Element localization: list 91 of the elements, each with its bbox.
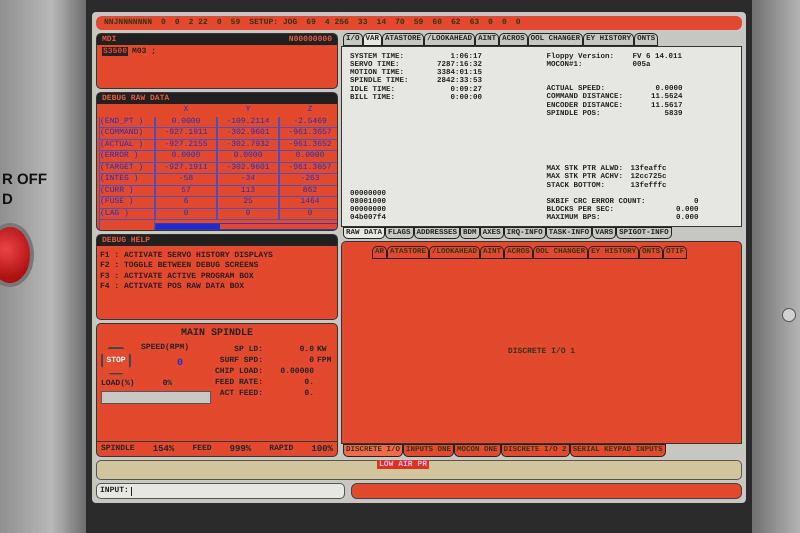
table-cell: -34 <box>217 174 279 186</box>
screw-icon <box>782 308 796 322</box>
help-text: F1 : ACTIVATE SERVO HISTORY DISPLAYS <box>100 251 274 260</box>
input-field[interactable]: INPUT: <box>96 483 345 499</box>
table-cell: 25 <box>217 197 279 209</box>
stat-label: SURF SPD: <box>218 356 263 365</box>
table-cell: 6 <box>155 197 217 209</box>
panel-title: DEBUG RAW DATA <box>102 94 170 104</box>
table-cell: -302.9601 <box>217 128 279 140</box>
speed-label: SPEED(RPM) <box>141 342 190 352</box>
override-label: RAPID <box>269 444 294 454</box>
column-header: X <box>182 105 190 116</box>
panel-label: D <box>1 190 14 209</box>
stat-label: FEED RATE: <box>214 378 263 388</box>
status-value: 60 <box>432 18 442 28</box>
stat-value: 0.00000 <box>279 366 314 376</box>
table-cell: -58 <box>155 174 217 186</box>
stat-label: SP LD: <box>233 344 263 354</box>
help-text: F3 : ACTIVATE ACTIVE PROGRAM BOX <box>100 272 255 281</box>
stat-unit: KW <box>317 344 327 354</box>
status-value: 62 <box>450 18 461 28</box>
status-value: 69 <box>306 18 316 28</box>
table-cell: -302.9601 <box>217 162 279 174</box>
table-cell: -302.7932 <box>217 140 279 152</box>
status-value: 59 <box>230 18 240 28</box>
status-value: 0 <box>216 18 222 28</box>
stat-value: 0.0 <box>298 344 314 354</box>
override-value: 999% <box>230 444 252 454</box>
stat-label: CHIP LOAD: <box>214 366 263 376</box>
status-value: 14 <box>376 18 386 28</box>
status-value: 4 256 <box>324 18 349 28</box>
row-label: (FUSE ) <box>99 197 155 209</box>
row-label: (ACTUAL ) <box>99 140 155 152</box>
column-header: Y <box>244 105 252 116</box>
load-label: LOAD(%) <box>101 378 135 388</box>
help-text: F2 : TOGGLE BETWEEN DEBUG SCREENS <box>100 261 260 271</box>
help-text: F4 : ACTIVATE POS RAW DATA BOX <box>100 282 246 291</box>
row-label: (INTEG ) <box>99 174 155 186</box>
stat-unit: FPM <box>317 356 332 365</box>
table-cell: -927.2155 <box>155 140 217 152</box>
override-label: SPINDLE <box>101 444 135 454</box>
override-value: 100% <box>311 444 333 454</box>
override-label: FEED <box>192 444 212 454</box>
status-value: SETUP: JOG <box>249 18 298 28</box>
table-cell: -927.1911 <box>155 128 217 140</box>
panel-title: MAIN SPINDLE <box>180 327 253 340</box>
status-value: 70 <box>395 18 405 28</box>
program-code: S3500 <box>102 47 128 56</box>
stat-value: 0. <box>303 389 314 398</box>
row-label: (COMMAND) <box>99 128 155 140</box>
load-value: 0% <box>162 378 172 388</box>
stat-label: ACT FEED: <box>218 389 263 398</box>
alarm-message: LOW AIR PR <box>377 460 430 470</box>
override-value: 154% <box>152 444 174 454</box>
stat-value: 0 <box>308 356 314 365</box>
scrollbar[interactable] <box>155 223 337 230</box>
panel-label: R OFF <box>1 170 47 190</box>
status-value: 0 <box>502 18 507 28</box>
table-cell: -927.1911 <box>155 162 217 174</box>
status-value: 0 <box>516 18 521 28</box>
column-header: Z <box>306 105 314 116</box>
row-label: (END_PT ) <box>99 116 155 128</box>
status-value: 0 <box>161 18 166 28</box>
status-value: 33 <box>358 18 368 28</box>
table-cell: 0.0000 <box>155 151 217 163</box>
stop-sign: STOP <box>101 346 131 374</box>
row-label: (LAG ) <box>99 208 155 220</box>
status-value: 0 <box>174 18 180 28</box>
panel-title: DEBUG HELP <box>102 236 150 246</box>
row-label: (TARGET ) <box>99 162 155 174</box>
status-value: 2 22 <box>188 18 208 28</box>
table-cell: 0 <box>155 208 217 220</box>
table-cell: 0 <box>217 208 279 220</box>
row-label: (CURR ) <box>99 186 155 198</box>
status-value: NNJNNNNNNN <box>104 18 152 28</box>
panel-heading: DISCRETE I/O 1 <box>508 346 576 356</box>
program-number: N00000000 <box>288 35 332 44</box>
table-cell: 0.0000 <box>155 116 217 128</box>
table-cell: 113 <box>217 186 279 198</box>
panel-title: MDI <box>102 35 116 44</box>
status-value: 63 <box>470 18 480 28</box>
status-value: 59 <box>414 18 424 28</box>
table-cell: -109.2114 <box>217 116 279 128</box>
program-code: M03 ; <box>132 47 156 56</box>
status-value: 0 <box>488 18 493 28</box>
row-label: (ERROR ) <box>99 151 155 163</box>
speed-value: 0 <box>177 358 184 370</box>
table-cell: 57 <box>155 186 217 198</box>
push-button-icon[interactable] <box>0 223 34 287</box>
table-cell: 0.0000 <box>217 151 279 163</box>
stat-value: 0. <box>303 378 314 388</box>
